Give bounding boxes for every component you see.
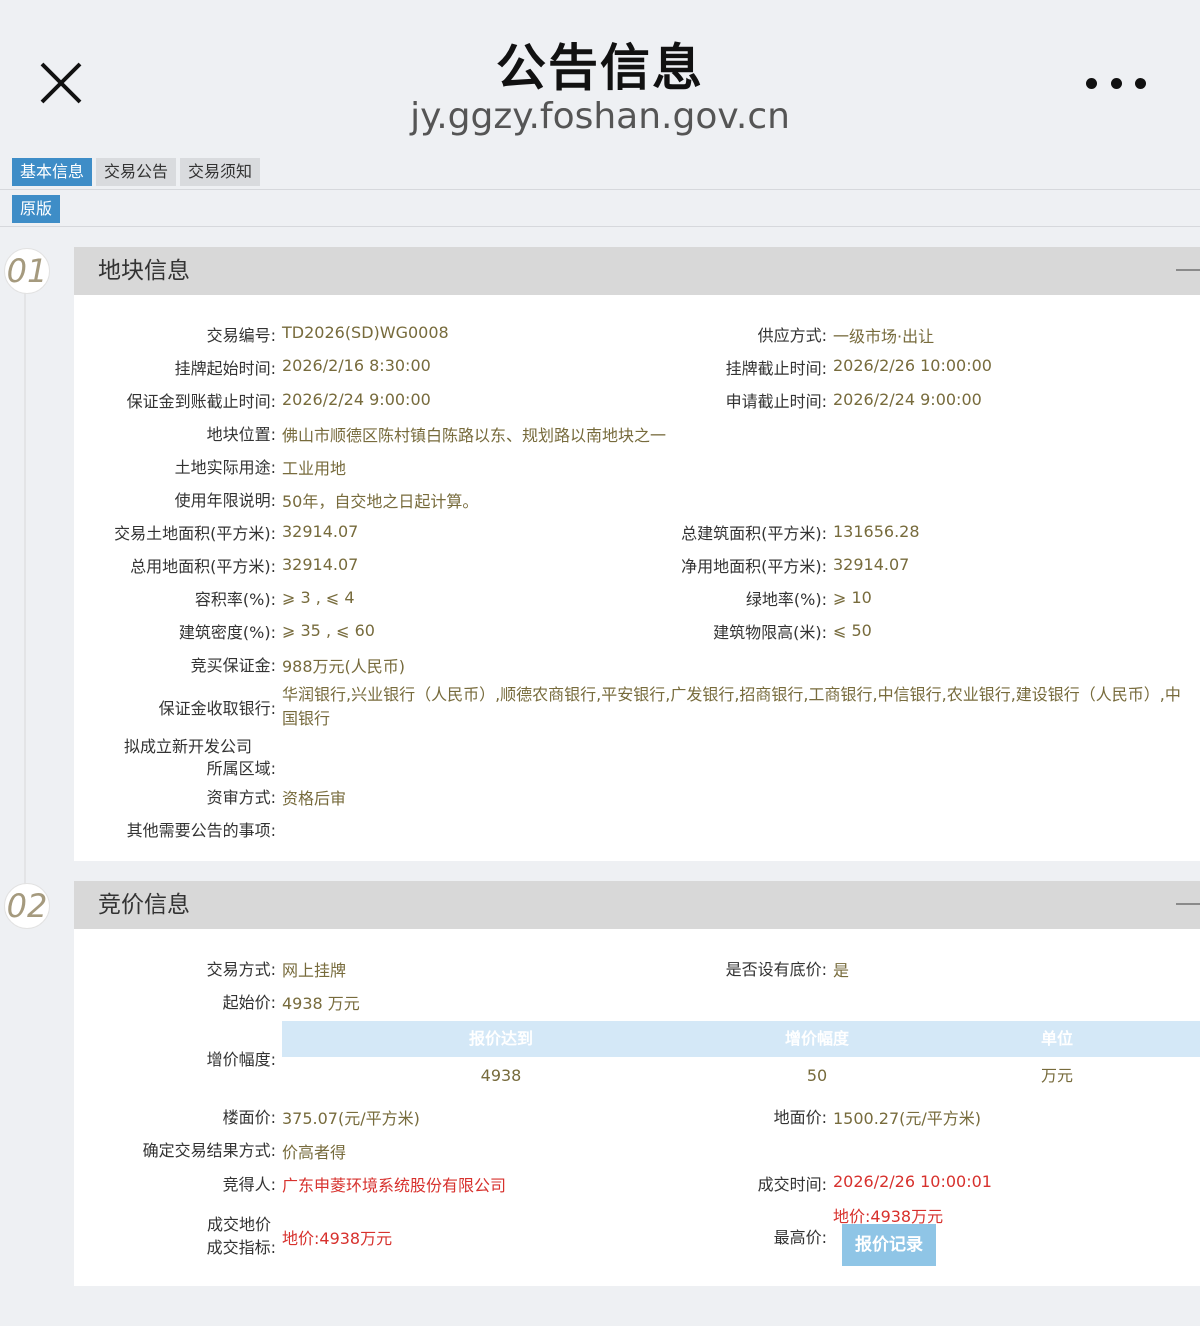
increment-label: 增价幅度: xyxy=(206,1050,276,1069)
table-row: 4938 50 万元 xyxy=(282,1057,1200,1095)
list-end-value: 2026/2/26 10:00:00 xyxy=(833,356,992,375)
winner-value: 广东申菱环境系统股份有限公司 xyxy=(282,1176,507,1195)
trade-area-value: 32914.07 xyxy=(282,522,359,541)
table-cell: 50 xyxy=(806,1066,828,1085)
qualification-value: 资格后审 xyxy=(282,789,347,808)
bid-deposit-value: 988万元(人民币) xyxy=(282,657,406,676)
collapse-icon[interactable] xyxy=(1176,269,1200,271)
deal-time-label: 成交时间: xyxy=(757,1175,827,1194)
table-header: 报价达到 增价幅度 单位 xyxy=(282,1021,1200,1057)
section-number-01: 01 xyxy=(4,248,50,294)
tab-trade-rules[interactable]: 交易须知 xyxy=(180,158,261,186)
tab-trade-notice[interactable]: 交易公告 xyxy=(96,158,177,186)
increment-table: 报价达到 增价幅度 单位 4938 50 万元 xyxy=(282,1021,1200,1095)
collapse-icon[interactable] xyxy=(1176,903,1200,905)
net-land-area-value: 32914.07 xyxy=(833,555,910,574)
density-label: 建筑密度(%): xyxy=(178,623,276,642)
section-header: 地块信息 xyxy=(74,247,1200,295)
floor-price-value: 375.07(元/平方米) xyxy=(282,1109,420,1128)
column-header: 增价幅度 xyxy=(784,1029,849,1048)
land-price-value: 1500.27(元/平方米) xyxy=(833,1109,982,1128)
trade-method-label: 交易方式: xyxy=(206,960,276,979)
list-start-value: 2026/2/16 8:30:00 xyxy=(282,356,431,375)
result-method-value: 价高者得 xyxy=(282,1143,347,1162)
table-cell: 4938 xyxy=(480,1066,522,1085)
divider xyxy=(0,226,1200,227)
reserve-price-label: 是否设有底价: xyxy=(725,960,827,979)
divider xyxy=(0,189,1200,190)
supply-label: 供应方式: xyxy=(757,326,827,345)
tab-bar: 基本信息 交易公告 交易须知 xyxy=(12,158,261,186)
trade-area-label: 交易土地面积(平方米): xyxy=(114,524,276,543)
height-label: 建筑物限高(米): xyxy=(713,623,827,642)
tab-basic-info[interactable]: 基本信息 xyxy=(12,158,93,186)
timeline-line xyxy=(24,270,26,900)
new-company-label-line2: 所属区域: xyxy=(206,759,276,778)
section-title: 地块信息 xyxy=(98,258,190,284)
trade-no-label: 交易编号: xyxy=(206,326,276,345)
page-title: 公告信息 xyxy=(496,39,704,97)
deal-index-label-line1: 成交地价 xyxy=(207,1215,272,1234)
table-cell: 万元 xyxy=(1040,1066,1073,1085)
section-title: 竞价信息 xyxy=(98,892,190,918)
apply-deadline-label: 申请截止时间: xyxy=(725,392,827,411)
highest-price-label: 最高价: xyxy=(773,1228,827,1247)
deal-index-value: 地价:4938万元 xyxy=(282,1229,393,1248)
location-value: 佛山市顺德区陈村镇白陈路以东、规划路以南地块之一 xyxy=(282,426,667,445)
total-land-area-value: 32914.07 xyxy=(282,555,359,574)
land-info-section: 地块信息 交易编号: TD2026(SD)WG0008 供应方式: 一级市场·出… xyxy=(74,247,1200,861)
plot-ratio-value: ⩾ 3 , ⩽ 4 xyxy=(282,588,355,607)
start-price-value: 4938 万元 xyxy=(282,994,360,1013)
column-header: 单位 xyxy=(1040,1029,1073,1048)
term-label: 使用年限说明: xyxy=(174,491,276,510)
section-header: 竞价信息 xyxy=(74,881,1200,929)
deposit-deadline-label: 保证金到账截止时间: xyxy=(126,392,276,411)
bidding-info-section: 竞价信息 交易方式: 网上挂牌 是否设有底价: 是 起始价: 4938 万元 增… xyxy=(74,881,1200,1286)
column-header: 报价达到 xyxy=(468,1029,533,1048)
bid-deposit-label: 竞买保证金: xyxy=(190,656,276,675)
result-method-label: 确定交易结果方式: xyxy=(142,1141,276,1160)
banks-value: 华润银行,兴业银行（人民币）,顺德农商银行,平安银行,广发银行,招商银行,工商银… xyxy=(282,685,1181,728)
list-end-label: 挂牌截止时间: xyxy=(725,359,827,378)
bid-record-button[interactable]: 报价记录 xyxy=(842,1224,936,1266)
floor-price-label: 楼面价: xyxy=(222,1108,276,1127)
qualification-label: 资审方式: xyxy=(206,788,276,807)
apply-deadline-value: 2026/2/24 9:00:00 xyxy=(833,390,982,409)
more-options-icon[interactable] xyxy=(1086,72,1146,94)
page-url: jy.ggzy.foshan.gov.cn xyxy=(410,96,790,137)
start-price-label: 起始价: xyxy=(222,993,276,1012)
location-label: 地块位置: xyxy=(206,425,276,444)
banks-label: 保证金收取银行: xyxy=(158,699,276,718)
green-ratio-value: ⩾ 10 xyxy=(833,588,872,607)
deal-time-value: 2026/2/26 10:00:01 xyxy=(833,1172,992,1191)
density-value: ⩾ 35 , ⩽ 60 xyxy=(282,621,375,640)
list-start-label: 挂牌起始时间: xyxy=(174,359,276,378)
reserve-price-value: 是 xyxy=(833,961,850,980)
trade-method-value: 网上挂牌 xyxy=(282,961,347,980)
title-bar: 公告信息 jy.ggzy.foshan.gov.cn xyxy=(0,0,1200,150)
total-land-area-label: 总用地面积(平方米): xyxy=(130,557,276,576)
deal-index-label-line2: 成交指标: xyxy=(206,1238,276,1257)
new-company-label-line1: 拟成立新开发公司 xyxy=(124,737,253,756)
usage-value: 工业用地 xyxy=(282,459,347,478)
term-value: 50年，自交地之日起计算。 xyxy=(282,492,479,511)
original-version-button[interactable]: 原版 xyxy=(12,195,61,223)
supply-value: 一级市场·出让 xyxy=(833,327,935,346)
total-build-area-label: 总建筑面积(平方米): xyxy=(681,524,827,543)
winner-label: 竞得人: xyxy=(222,1175,276,1194)
trade-no-value: TD2026(SD)WG0008 xyxy=(282,323,449,342)
section-number-02: 02 xyxy=(4,883,50,929)
net-land-area-label: 净用地面积(平方米): xyxy=(681,557,827,576)
other-matters-label: 其他需要公告的事项: xyxy=(126,821,276,840)
height-value: ⩽ 50 xyxy=(833,621,872,640)
usage-label: 土地实际用途: xyxy=(174,458,276,477)
plot-ratio-label: 容积率(%): xyxy=(194,590,276,609)
total-build-area-value: 131656.28 xyxy=(833,522,920,541)
land-price-label: 地面价: xyxy=(773,1108,827,1127)
deposit-deadline-value: 2026/2/24 9:00:00 xyxy=(282,390,431,409)
green-ratio-label: 绿地率(%): xyxy=(745,590,827,609)
